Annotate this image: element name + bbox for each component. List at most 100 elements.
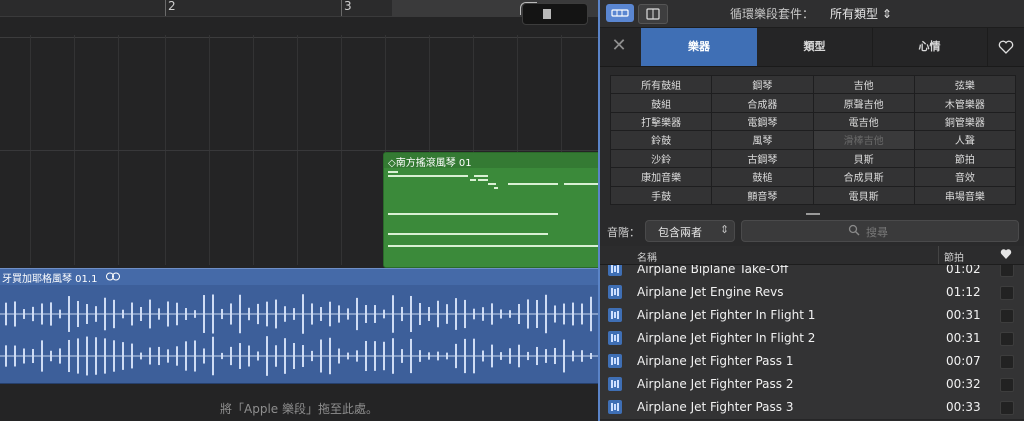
loop-beats: 01:12 [946, 285, 981, 299]
favorite-checkbox[interactable] [1000, 378, 1014, 392]
keyword-button[interactable]: 串場音樂 [914, 186, 1015, 204]
search-input[interactable]: 搜尋 [741, 220, 1019, 242]
audio-loop-icon [608, 308, 622, 322]
keyword-button[interactable]: 銅管樂器 [914, 112, 1015, 131]
midi-note [488, 183, 496, 185]
loop-beats: 00:07 [946, 354, 981, 368]
keyword-button[interactable]: 鼓槌 [712, 168, 813, 186]
midi-region[interactable]: ◇南方搖滾風琴 01 [383, 152, 598, 268]
resize-handle[interactable] [806, 213, 820, 215]
tracks-area[interactable]: 2 3 ◇南方搖滾風琴 01 牙買加耶格風琴 01.1 將「Apple 樂段」拖… [0, 0, 598, 421]
tab-mood[interactable]: 心情 [872, 28, 988, 66]
favorite-checkbox[interactable] [1000, 286, 1014, 300]
loop-beats: 00:31 [946, 308, 981, 322]
keyword-button[interactable]: 節拍 [914, 149, 1015, 168]
column-view-icon[interactable] [638, 4, 668, 24]
keyword-button[interactable]: 所有鼓組 [611, 76, 712, 94]
keyword-button[interactable]: 打擊樂器 [611, 112, 712, 131]
bar-ruler[interactable]: 2 3 [0, 0, 598, 17]
loop-row[interactable]: Airplane Jet Fighter Pass 3 00:33 [600, 396, 1024, 420]
loop-row[interactable]: Airplane Jet Fighter In Flight 1 00:31 [600, 304, 1024, 328]
loop-row[interactable]: Airplane Jet Fighter Pass 1 00:07 [600, 350, 1024, 374]
waveform-bar [611, 403, 613, 411]
audio-loop-icon [608, 400, 622, 414]
waveform-bar [614, 358, 616, 364]
midi-note [388, 171, 398, 173]
loop-row[interactable]: Airplane Jet Fighter Pass 2 00:32 [600, 373, 1024, 397]
waveform-bar [617, 288, 619, 296]
region-header[interactable]: 牙買加耶格風琴 01.1 [0, 269, 598, 285]
keyword-button[interactable]: 原聲吉他 [813, 94, 914, 112]
loop-name: Airplane Jet Fighter Pass 2 [637, 377, 794, 391]
keyword-button[interactable]: 康加音樂 [611, 168, 712, 186]
column-header-beats[interactable]: 節拍 [944, 249, 964, 264]
column-header-name[interactable]: 名稱 [637, 249, 657, 264]
audio-region[interactable]: 牙買加耶格風琴 01.1 [0, 268, 598, 384]
heart-icon [998, 40, 1013, 54]
waveform-bar [611, 380, 613, 388]
keyword-button[interactable]: 手鼓 [611, 186, 712, 204]
waveform-bar [614, 404, 616, 410]
loop-beats: 00:33 [946, 400, 981, 414]
tab-favorites[interactable] [987, 28, 1024, 66]
region-header[interactable]: ◇南方搖滾風琴 01 [384, 153, 598, 169]
scale-select[interactable]: 包含兩者 ⇕ [645, 220, 735, 242]
waveform-bar [614, 289, 616, 295]
keyword-button[interactable]: 鼓組 [611, 94, 712, 112]
loop-row[interactable]: Airplane Jet Fighter In Flight 2 00:31 [600, 327, 1024, 351]
favorite-checkbox[interactable] [1000, 309, 1014, 323]
waveform-bar [611, 311, 613, 319]
waveform-bar [617, 265, 619, 273]
loop-name: Airplane Jet Fighter Pass 3 [637, 400, 794, 414]
keyword-button[interactable]: 鋼琴 [712, 76, 813, 94]
keyword-button[interactable]: 風琴 [712, 131, 813, 149]
keyword-button[interactable]: 古鋼琴 [712, 149, 813, 168]
close-icon[interactable]: ✕ [608, 36, 630, 58]
tab-genre[interactable]: 類型 [757, 28, 873, 66]
keyword-button[interactable]: 弦樂 [914, 76, 1015, 94]
scale-value: 包含兩者 [658, 226, 702, 239]
filter-tabs: ✕ 樂器 類型 心情 [600, 28, 1024, 67]
keyword-button[interactable]: 吉他 [813, 76, 914, 94]
keyword-button[interactable]: 電貝斯 [813, 186, 914, 204]
button-grid-icon [611, 9, 629, 17]
button-view-icon[interactable] [606, 4, 634, 22]
favorite-checkbox[interactable] [1000, 355, 1014, 369]
search-icon [848, 224, 860, 236]
keyword-button[interactable]: 沙鈴 [611, 149, 712, 168]
loop-chevron-icon: ◇ [388, 158, 396, 169]
loop-name: Airplane Jet Fighter Pass 1 [637, 354, 794, 368]
favorite-checkbox[interactable] [1000, 263, 1014, 277]
keyword-button[interactable]: 鈴鼓 [611, 131, 712, 149]
keyword-button[interactable]: 電鋼琴 [712, 112, 813, 131]
track-separator [0, 150, 598, 151]
keyword-button[interactable]: 音效 [914, 168, 1015, 186]
heart-icon[interactable] [1000, 248, 1012, 260]
keyword-button[interactable]: 顫音琴 [712, 186, 813, 204]
midi-note [470, 179, 476, 181]
keyword-button[interactable]: 合成貝斯 [813, 168, 914, 186]
loop-icon [106, 272, 120, 281]
keyword-grid: 所有鼓組 鋼琴 吉他 弦樂鼓組 合成器 原聲吉他 木管樂器打擊樂器 電鋼琴 電吉他 銅管樂器鈴鼓風… [610, 75, 1016, 205]
midi-note [508, 183, 558, 185]
waveform-bar [617, 380, 619, 388]
tab-instrument[interactable]: 樂器 [641, 28, 757, 66]
keyword-button[interactable]: 木管樂器 [914, 94, 1015, 112]
audio-loop-icon [608, 354, 622, 368]
favorite-checkbox[interactable] [1000, 332, 1014, 346]
loop-pack-select[interactable]: 所有類型 ⇕ [830, 5, 892, 22]
keyword-button[interactable]: 電吉他 [813, 112, 914, 131]
midi-note [564, 183, 598, 185]
favorite-checkbox[interactable] [1000, 401, 1014, 415]
keyword-button[interactable]: 人聲 [914, 131, 1015, 149]
midi-note [494, 187, 498, 189]
midi-note [388, 245, 598, 247]
loop-row[interactable]: Airplane Jet Engine Revs 01:12 [600, 281, 1024, 305]
keyword-button[interactable]: 貝斯 [813, 149, 914, 168]
loop-name: Airplane Jet Fighter In Flight 1 [637, 308, 816, 322]
keyword-button[interactable]: 合成器 [712, 94, 813, 112]
keyword-button[interactable]: 滑棒吉他 [813, 131, 914, 149]
bar-marker [165, 0, 166, 16]
column-divider[interactable] [938, 246, 939, 264]
midi-note [388, 175, 468, 177]
